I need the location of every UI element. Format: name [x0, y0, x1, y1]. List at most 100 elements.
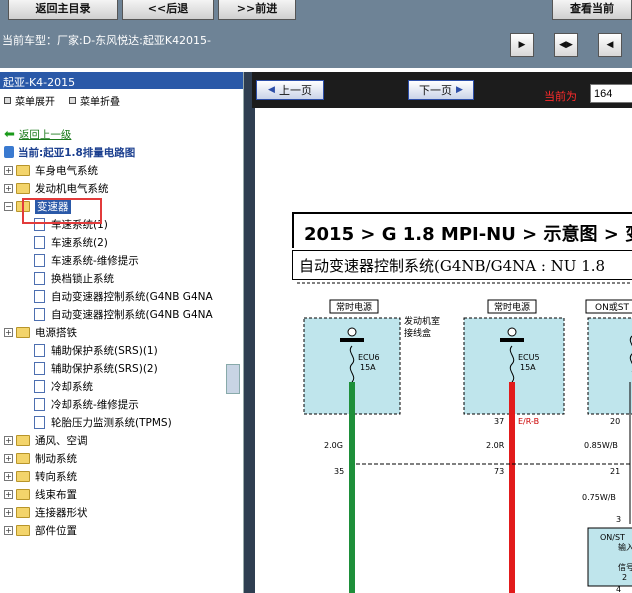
page-icon: [34, 397, 45, 411]
tree-item[interactable]: 辅助保护系统(SRS)(2): [34, 359, 158, 377]
tree-item[interactable]: 冷却系统-维修提示: [34, 395, 139, 413]
main-menu-button[interactable]: 返回主目录: [8, 0, 118, 20]
expand-node-icon[interactable]: +: [4, 453, 13, 463]
fuse2-label: ECU5: [518, 353, 540, 362]
input-label: 输入: [618, 542, 632, 552]
tree-item[interactable]: + 制动系统: [4, 449, 77, 467]
tree-item-label: 电源搭铁: [35, 326, 77, 339]
page-icon: [34, 235, 45, 249]
page-nav-bar: ◀ 上一页 下一页 ▶ 当前为: [252, 72, 632, 108]
page-icon: [34, 253, 45, 267]
tree-item[interactable]: 轮胎压力监测系统(TPMS): [34, 413, 172, 431]
expand-icon: [4, 96, 11, 104]
tree-item-label: 线束布置: [35, 488, 77, 501]
expand-node-icon[interactable]: +: [4, 525, 13, 535]
collapse-left-button[interactable]: ▶: [510, 33, 534, 57]
next-page-button[interactable]: 下一页 ▶: [408, 80, 474, 100]
folder-icon: [16, 164, 30, 176]
expand-node-icon[interactable]: +: [4, 183, 13, 193]
vehicle-model-line: 当前车型：厂家:D-东风悦达:起亚K42015-: [0, 30, 632, 68]
pin2: 2: [622, 573, 627, 582]
tree-item[interactable]: 自动变速器控制系统(G4NB G4NA: [34, 305, 213, 323]
expand-node-icon[interactable]: +: [4, 489, 13, 499]
tree-item[interactable]: 车速系统(2): [34, 233, 108, 251]
signal-label: 信号: [618, 562, 632, 572]
expand-node-icon[interactable]: +: [4, 507, 13, 517]
expand-node-icon[interactable]: +: [4, 165, 13, 175]
top-toolbar: 返回主目录 <<后退 >>前进 查看当前: [0, 0, 632, 30]
tree-item[interactable]: 车速系统-维修提示: [34, 251, 139, 269]
split-view-button[interactable]: ◀▶: [554, 33, 578, 57]
folder-icon: [16, 326, 30, 338]
diagram-title: 2015 > G 1.8 MPI-NU > 示意图 > 变: [292, 212, 632, 248]
current-label: 当前:起亚1.8排量电路图: [18, 146, 136, 159]
panel-divider[interactable]: [244, 72, 252, 593]
tree-item-label: 自动变速器控制系统(G4NB G4NA: [51, 308, 213, 321]
folder-icon: [16, 452, 30, 464]
wire-20r: 2.0R: [486, 441, 505, 450]
page-number-input[interactable]: [590, 84, 632, 103]
tree-item[interactable]: + 连接器形状: [4, 503, 88, 521]
pin4: 4: [616, 585, 621, 593]
forward-button[interactable]: >>前进: [218, 0, 296, 20]
collapse-right-button[interactable]: ◀: [598, 33, 622, 57]
current-node: 当前:起亚1.8排量电路图: [4, 143, 135, 161]
expand-label: 菜单展开: [15, 96, 55, 108]
expand-node-icon[interactable]: +: [4, 435, 13, 445]
view-current-button[interactable]: 查看当前: [552, 0, 632, 20]
current-page-label: 当前为: [544, 90, 577, 103]
tree-item-label: 发动机电气系统: [35, 182, 109, 195]
expand-node-icon[interactable]: +: [4, 327, 13, 337]
tree-item[interactable]: + 部件位置: [4, 521, 77, 539]
tree-item[interactable]: 换档锁止系统: [34, 269, 114, 287]
tree-item[interactable]: 自动变速器控制系统(G4NB G4NA: [34, 287, 213, 305]
back-up-link[interactable]: ⬅ 返回上一级: [4, 125, 71, 143]
wire37: E/R-B: [518, 417, 539, 426]
tree-item-label: 连接器形状: [35, 506, 88, 519]
tree-item[interactable]: + 发动机电气系统: [4, 179, 109, 197]
tree-item[interactable]: 辅助保护系统(SRS)(1): [34, 341, 158, 359]
back-button[interactable]: <<后退: [122, 0, 214, 20]
tree-item-label: 冷却系统: [51, 380, 93, 393]
prev-label: 上一页: [278, 84, 312, 97]
tree-item[interactable]: + 线束布置: [4, 485, 77, 503]
tree-item-label: 转向系统: [35, 470, 77, 483]
box3-label: ON或ST: [595, 301, 630, 313]
tree-item-label: 辅助保护系统(SRS)(1): [51, 344, 158, 357]
tree-item-label: 自动变速器控制系统(G4NB G4NA: [51, 290, 213, 303]
engine-fuse-box-label-2: 接线盒: [404, 327, 431, 339]
on-st-label: ON/ST: [600, 533, 625, 542]
document-panel: ◀上一页 下一页▶ 当前为 常时电源 常时电源 ON或ST: [252, 72, 632, 593]
highlight-box: [22, 198, 102, 224]
tree-item[interactable]: + 通风、空调: [4, 431, 88, 449]
expand-menu-button[interactable]: 菜单展开: [4, 93, 55, 108]
collapse-menu-button[interactable]: 菜单折叠: [69, 93, 120, 108]
prev-page-button[interactable]: ◀ 上一页: [256, 80, 324, 100]
tree-item-label: 部件位置: [35, 524, 77, 537]
tree-item-label: 制动系统: [35, 452, 77, 465]
expand-node-icon[interactable]: +: [4, 471, 13, 481]
fuse2-amp: 15A: [520, 363, 536, 372]
page-icon: [34, 271, 45, 285]
tree-item[interactable]: 冷却系统: [34, 377, 93, 395]
diagram-page: 常时电源 常时电源 ON或ST ECU6 15A 发动机室 接线盒 ECU5 1…: [252, 108, 632, 593]
next-label: 下一页: [419, 84, 453, 97]
tree-item[interactable]: + 车身电气系统: [4, 161, 98, 179]
tree-item[interactable]: + 电源搭铁: [4, 323, 77, 341]
tree-item-label: 车身电气系统: [35, 164, 98, 177]
wire-20g: 2.0G: [324, 441, 343, 450]
tree-item-label: 换档锁止系统: [51, 272, 114, 285]
page-icon: [34, 415, 45, 429]
green-arrow-icon: ⬅: [4, 126, 15, 142]
pin73: 73: [494, 467, 504, 476]
tree-item[interactable]: + 转向系统: [4, 467, 77, 485]
collapse-label: 菜单折叠: [80, 96, 120, 108]
tree-scrollbar[interactable]: [226, 364, 240, 394]
wire-085: 0.85W/B: [584, 441, 618, 450]
collapse-node-icon[interactable]: −: [4, 201, 13, 211]
page-icon: [34, 307, 45, 321]
folder-icon: [16, 488, 30, 500]
arrow-left-icon: ◀: [606, 40, 614, 50]
fuse-box-3: [587, 317, 632, 415]
folder-icon: [16, 470, 30, 482]
